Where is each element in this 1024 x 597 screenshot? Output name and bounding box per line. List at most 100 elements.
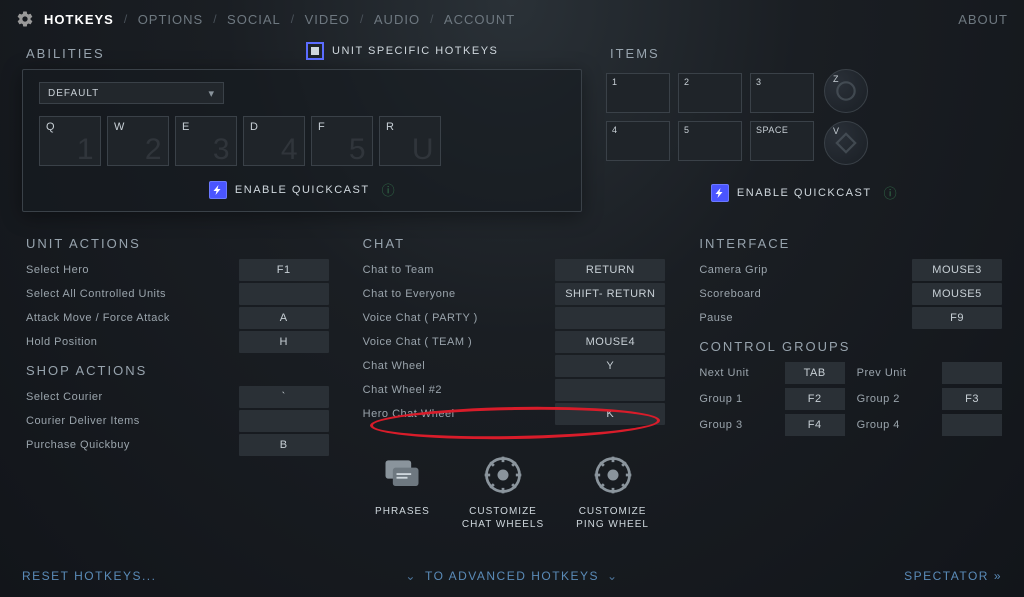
- nav-options[interactable]: OPTIONS: [138, 12, 204, 27]
- bind-label: Hero Chat Wheel: [359, 408, 556, 420]
- keybind-input[interactable]: H: [239, 331, 329, 353]
- keybind-input[interactable]: [239, 410, 329, 432]
- bind-label: Voice Chat ( PARTY ): [359, 312, 556, 324]
- bind-row: Select All Controlled Units: [22, 283, 329, 305]
- items-title: ITEMS: [610, 46, 1002, 61]
- ability-slot-3[interactable]: E3: [175, 116, 237, 166]
- item-slot-4[interactable]: 4: [606, 121, 670, 161]
- keybind-input[interactable]: [555, 307, 665, 329]
- chevron-right-icon: »: [994, 569, 1002, 583]
- nav-audio[interactable]: AUDIO: [374, 12, 420, 27]
- keybind-input[interactable]: F4: [785, 414, 845, 436]
- bind-row: Chat Wheel #2: [359, 379, 666, 401]
- tp-scroll-slot[interactable]: V: [824, 121, 868, 165]
- bind-label: Select Hero: [22, 264, 239, 276]
- bind-label: Scoreboard: [695, 288, 912, 300]
- bind-row: Chat WheelY: [359, 355, 666, 377]
- keybind-input[interactable]: F3: [942, 388, 1002, 410]
- keybind-input[interactable]: MOUSE4: [555, 331, 665, 353]
- items-quickcast-icon[interactable]: [711, 184, 729, 202]
- shop-actions-title: SHOP ACTIONS: [26, 363, 329, 378]
- unit-specific-checkbox[interactable]: [306, 42, 324, 60]
- ctrl-label: Next Unit: [695, 362, 776, 384]
- bind-row: Hero Chat WheelK: [359, 403, 666, 425]
- abilities-box: DEFAULT ▾ Q1 W2 E3 D4 F5 RU ENABLE QUICK…: [22, 69, 582, 212]
- keybind-input[interactable]: F2: [785, 388, 845, 410]
- nav-social[interactable]: SOCIAL: [227, 12, 281, 27]
- bind-label: Chat to Everyone: [359, 288, 556, 300]
- abilities-title: ABILITIES: [26, 46, 306, 61]
- bind-label: Select All Controlled Units: [22, 288, 239, 300]
- nav-about[interactable]: ABOUT: [958, 12, 1008, 27]
- keybind-input[interactable]: A: [239, 307, 329, 329]
- keybind-input[interactable]: [555, 379, 665, 401]
- bind-row: Attack Move / Force AttackA: [22, 307, 329, 329]
- nav-hotkeys[interactable]: HOTKEYS: [44, 12, 114, 27]
- nav-sep: /: [124, 12, 128, 26]
- keybind-input[interactable]: SHIFT- RETURN: [555, 283, 665, 305]
- ability-slot-1[interactable]: Q1: [39, 116, 101, 166]
- phrases-button[interactable]: PHRASES: [375, 453, 430, 531]
- keybind-input[interactable]: TAB: [785, 362, 845, 384]
- keybind-input[interactable]: F1: [239, 259, 329, 281]
- bind-label: Select Courier: [22, 391, 239, 403]
- bind-row: Courier Deliver Items: [22, 410, 329, 432]
- ability-slot-5[interactable]: F5: [311, 116, 373, 166]
- customize-ping-wheel-button[interactable]: CUSTOMIZE PING WHEEL: [576, 453, 649, 531]
- quickcast-label: ENABLE QUICKCAST: [235, 184, 370, 196]
- bind-row: ScoreboardMOUSE5: [695, 283, 1002, 305]
- ctrl-label: Group 1: [695, 388, 776, 410]
- bind-label: Purchase Quickbuy: [22, 439, 239, 451]
- chevron-down-icon: ⌄: [405, 569, 417, 583]
- ability-preset-value: DEFAULT: [48, 88, 99, 99]
- item-slot-6[interactable]: SPACE: [750, 121, 814, 161]
- items-quickcast-label: ENABLE QUICKCAST: [737, 187, 872, 199]
- ability-slot-2[interactable]: W2: [107, 116, 169, 166]
- keybind-input[interactable]: [942, 414, 1002, 436]
- ctrl-label: Prev Unit: [853, 362, 934, 384]
- bind-label: Chat Wheel #2: [359, 384, 556, 396]
- nav-account[interactable]: ACCOUNT: [444, 12, 515, 27]
- bind-row: Select Courier`: [22, 386, 329, 408]
- keybind-input[interactable]: MOUSE5: [912, 283, 1002, 305]
- bind-row: Chat to EveryoneSHIFT- RETURN: [359, 283, 666, 305]
- item-slot-1[interactable]: 1: [606, 73, 670, 113]
- keybind-input[interactable]: [239, 283, 329, 305]
- neutral-item-slot[interactable]: Z: [824, 69, 868, 113]
- ability-preset-select[interactable]: DEFAULT ▾: [39, 82, 224, 104]
- bind-row: Camera GripMOUSE3: [695, 259, 1002, 281]
- keybind-input[interactable]: Y: [555, 355, 665, 377]
- bind-label: Chat Wheel: [359, 360, 556, 372]
- bind-label: Camera Grip: [695, 264, 912, 276]
- ability-keyrow: Q1 W2 E3 D4 F5 RU: [39, 116, 565, 166]
- item-slots: 1 2 3 4 5 SPACE: [606, 73, 814, 161]
- keybind-input[interactable]: `: [239, 386, 329, 408]
- keybind-input[interactable]: K: [555, 403, 665, 425]
- interface-title: INTERFACE: [699, 236, 1002, 251]
- ctrl-label: Group 3: [695, 414, 776, 436]
- reset-hotkeys-link[interactable]: RESET HOTKEYS...: [22, 569, 156, 583]
- chevron-down-icon: ⌄: [607, 569, 619, 583]
- customize-chat-wheels-button[interactable]: CUSTOMIZE CHAT WHEELS: [462, 453, 544, 531]
- chevron-down-icon: ▾: [208, 87, 215, 100]
- quickcast-icon[interactable]: [209, 181, 227, 199]
- ability-slot-4[interactable]: D4: [243, 116, 305, 166]
- ability-slot-6[interactable]: RU: [379, 116, 441, 166]
- keybind-input[interactable]: F9: [912, 307, 1002, 329]
- ctrl-label: Group 2: [853, 388, 934, 410]
- help-icon[interactable]: ⓘ: [382, 180, 396, 199]
- advanced-hotkeys-link[interactable]: ⌄ TO ADVANCED HOTKEYS ⌄: [405, 569, 618, 583]
- items-help-icon[interactable]: ⓘ: [884, 183, 898, 202]
- item-slot-5[interactable]: 5: [678, 121, 742, 161]
- keybind-input[interactable]: RETURN: [555, 259, 665, 281]
- item-slot-2[interactable]: 2: [678, 73, 742, 113]
- nav-video[interactable]: VIDEO: [305, 12, 350, 27]
- bind-label: Courier Deliver Items: [22, 415, 239, 427]
- keybind-input[interactable]: [942, 362, 1002, 384]
- spectator-link[interactable]: SPECTATOR »: [904, 569, 1002, 583]
- bind-label: Chat to Team: [359, 264, 556, 276]
- keybind-input[interactable]: B: [239, 434, 329, 456]
- bind-row: Chat to TeamRETURN: [359, 259, 666, 281]
- item-slot-3[interactable]: 3: [750, 73, 814, 113]
- keybind-input[interactable]: MOUSE3: [912, 259, 1002, 281]
